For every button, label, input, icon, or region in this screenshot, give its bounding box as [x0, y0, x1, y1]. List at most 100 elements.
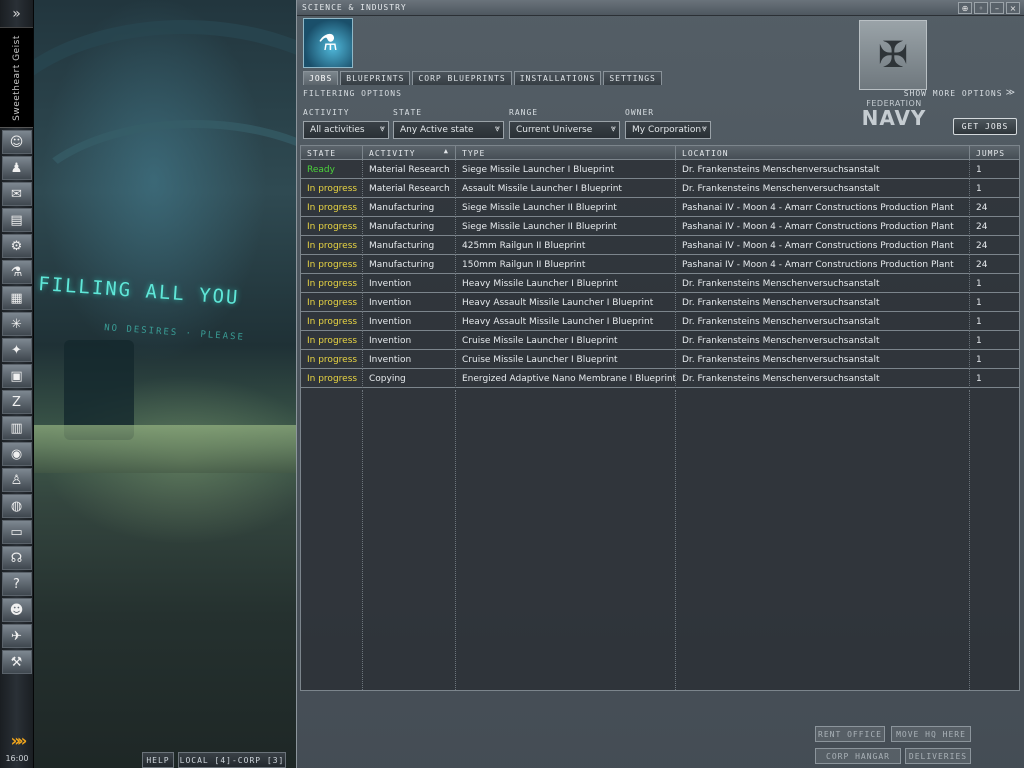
job-activity: Invention	[363, 274, 456, 293]
job-jumps: 1	[976, 297, 982, 308]
local-corp-chat-tab[interactable]: LOCAL [4]-CORP [3]	[178, 752, 286, 768]
tab-blueprints[interactable]: BLUEPRINTS	[340, 71, 411, 85]
job-location: Pashanai IV - Moon 4 - Amarr Constructio…	[676, 236, 970, 255]
column-header-label: ACTIVITY	[369, 148, 416, 158]
people-icon: ♟	[10, 160, 23, 176]
neocom-button[interactable]: ?	[1, 572, 32, 596]
neocom-button[interactable]: ⚗	[1, 260, 32, 284]
state-select[interactable]: Any Active state ⩔	[393, 121, 504, 139]
neocom-button[interactable]: ▤	[1, 208, 32, 232]
station-scene-background: FILLING ALL YOU NO DESIRES · PLEASE	[34, 0, 296, 768]
neocom-button[interactable]: ⚙	[1, 234, 32, 258]
portrait-icon: ☻	[9, 602, 24, 618]
job-location: Pashanai IV - Moon 4 - Amarr Constructio…	[676, 198, 970, 217]
table-row[interactable]: In progress Material Research Assault Miss…	[301, 179, 1019, 198]
chevron-down-icon: ⩔	[379, 124, 385, 134]
job-type: Energized Adaptive Nano Membrane I Bluep…	[456, 369, 676, 388]
neocom-button[interactable]: ☺	[1, 130, 32, 154]
neocom-button[interactable]: ✳	[1, 312, 32, 336]
table-row[interactable]: In progress Manufacturing 150mm Railgun II…	[301, 255, 1019, 274]
job-state: In progress	[301, 179, 363, 198]
move-hq-here-button[interactable]: MOVE HQ HERE	[891, 726, 971, 742]
tab-installations[interactable]: INSTALLATIONS	[513, 71, 602, 85]
column-header-state[interactable]: STATE	[301, 146, 363, 160]
tab-corp-blueprints[interactable]: CORP BLUEPRINTS	[412, 71, 512, 85]
pin-window-icon[interactable]: ⊕	[958, 2, 972, 14]
close-window-icon[interactable]: ×	[1006, 2, 1020, 14]
job-jumps: 1	[976, 164, 982, 175]
neocom-button[interactable]: ◍	[1, 494, 32, 518]
job-state: In progress	[301, 274, 363, 293]
table-row[interactable]: In progress Manufacturing Siege Missile La…	[301, 217, 1019, 236]
range-select[interactable]: Current Universe ⩔	[509, 121, 620, 139]
neocom-sidebar: » Sweetheart Geist ☺ ♟ ✉ ▤ ⚙ ⚗ ▦ ✳ ✦ ▣ Z ▥ ◉ ♙ ◍ ▭ ☊? ☻ ✈ ⚒…	[0, 0, 34, 768]
neocom-button[interactable]: ✈	[1, 624, 32, 648]
table-row[interactable]: In progress Invention Cruise Missile Launc…	[301, 350, 1019, 369]
job-location: Dr. Frankensteins Menschenversuchsanstal…	[676, 312, 970, 331]
neocom-button[interactable]: Z	[1, 390, 32, 414]
column-header-location[interactable]: LOCATION	[676, 146, 970, 160]
neocom-button[interactable]: ♟	[1, 156, 32, 180]
tab-jobs[interactable]: JOBS	[303, 71, 339, 85]
minimize-window-icon[interactable]: –	[990, 2, 1004, 14]
job-jumps: 1	[976, 354, 982, 365]
table-row[interactable]: In progress Copying Energized Adaptive Nan…	[301, 369, 1019, 388]
job-state: In progress	[301, 293, 363, 312]
job-jumps: 1	[976, 335, 982, 346]
neocom-button[interactable]: ☊	[1, 546, 32, 570]
job-type: Siege Missile Launcher I Blueprint	[456, 160, 676, 179]
job-location: Pashanai IV - Moon 4 - Amarr Constructio…	[676, 255, 970, 274]
neocom-button[interactable]: ✦	[1, 338, 32, 362]
show-more-options-toggle[interactable]: SHOW MORE OPTIONS ≫	[904, 88, 1016, 98]
window-titlebar[interactable]: SCIENCE & INDUSTRY	[297, 0, 1024, 16]
eve-clock: 16:00	[5, 754, 29, 763]
job-location: Dr. Frankensteins Menschenversuchsanstal…	[676, 293, 970, 312]
owner-select[interactable]: My Corporation ⩔	[625, 121, 711, 139]
neocom-collapse-button[interactable]: »	[0, 0, 33, 28]
neocom-expand-icon[interactable]: »»	[3, 730, 31, 750]
tab-settings[interactable]: SETTINGS	[603, 71, 662, 85]
column-header-jumps[interactable]: JUMPS	[970, 146, 1019, 160]
chevron-down-icon: ≫	[1005, 88, 1016, 98]
character-name-panel[interactable]: Sweetheart Geist	[0, 28, 33, 128]
owner-select-value: My Corporation	[632, 125, 702, 135]
neocom-button[interactable]: ♙	[1, 468, 32, 492]
neocom-button[interactable]: ▦	[1, 286, 32, 310]
table-row[interactable]: In progress Invention Heavy Assault Missil…	[301, 312, 1019, 331]
deliveries-button[interactable]: DELIVERIES	[905, 748, 971, 764]
neocom-button[interactable]: ▥	[1, 416, 32, 440]
activity-select[interactable]: All activities ⩔	[303, 121, 389, 139]
corp-hangar-button[interactable]: CORP HANGAR	[815, 748, 901, 764]
neocom-button[interactable]: ▭	[1, 520, 32, 544]
neocom-button[interactable]: ✉	[1, 182, 32, 206]
column-header-activity[interactable]: ACTIVITY ▲	[363, 146, 456, 160]
job-jumps: 1	[976, 373, 982, 384]
get-jobs-button[interactable]: GET JOBS	[953, 118, 1017, 135]
help-icon: ◉	[10, 446, 23, 462]
job-jumps: 1	[976, 316, 982, 327]
job-state: In progress	[301, 350, 363, 369]
neocom-button[interactable]: ▣	[1, 364, 32, 388]
job-type: Siege Missile Launcher II Blueprint	[456, 217, 676, 236]
jobs-table-body: Ready Material Research Siege Missile Laun…	[301, 160, 1019, 388]
neocom-button[interactable]: ◉	[1, 442, 32, 466]
table-row[interactable]: In progress Invention Heavy Missile Launch…	[301, 274, 1019, 293]
job-activity: Invention	[363, 331, 456, 350]
neocom-button[interactable]: ⚒	[1, 650, 32, 674]
rent-office-button[interactable]: RENT OFFICE	[815, 726, 885, 742]
neocom-button[interactable]: ☻	[1, 598, 32, 622]
table-row[interactable]: In progress Manufacturing 425mm Railgun II…	[301, 236, 1019, 255]
corporation-name: FEDERATION NAVY	[849, 100, 939, 129]
job-jumps: 24	[976, 259, 988, 270]
jobs-table-header: STATE ACTIVITY ▲ TYPE LOCATION JUMPS	[301, 146, 1019, 160]
table-row[interactable]: In progress Invention Cruise Missile Launc…	[301, 331, 1019, 350]
table-row[interactable]: In progress Invention Heavy Assault Missil…	[301, 293, 1019, 312]
job-state: In progress	[301, 369, 363, 388]
table-row[interactable]: Ready Material Research Siege Missile Laun…	[301, 160, 1019, 179]
table-row[interactable]: In progress Manufacturing Siege Missile La…	[301, 198, 1019, 217]
help-chat-tab[interactable]: HELP	[142, 752, 174, 768]
column-header-label: JUMPS	[976, 148, 1006, 158]
job-type: Heavy Assault Missile Launcher I Bluepri…	[456, 312, 676, 331]
column-header-type[interactable]: TYPE	[456, 146, 676, 160]
window-options-icon[interactable]: ◦	[974, 2, 988, 14]
